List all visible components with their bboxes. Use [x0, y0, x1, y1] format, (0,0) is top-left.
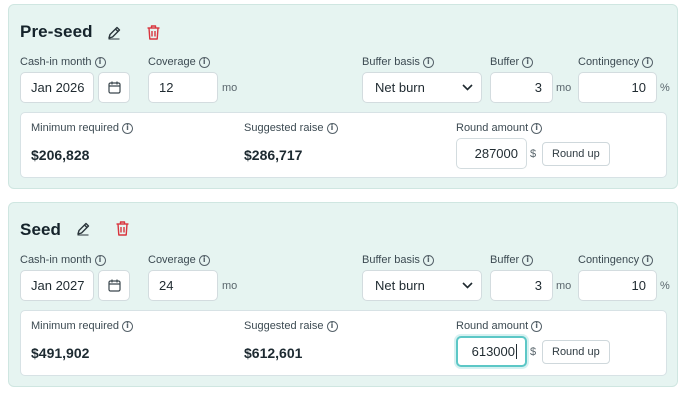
suggested-raise-label: Suggested raise i — [244, 122, 338, 134]
edit-icon[interactable] — [74, 220, 92, 238]
round-summary-panel: Minimum required i Suggested raise i Round… — [20, 112, 667, 178]
coverage-input[interactable]: 12 — [148, 72, 218, 103]
trash-icon[interactable] — [144, 23, 162, 41]
cash-in-month-label: Cash-in month i — [20, 254, 106, 266]
minimum-required-value: $206,828 — [31, 147, 90, 163]
cash-in-month-label: Cash-in month i — [20, 56, 106, 68]
calendar-button[interactable] — [98, 270, 130, 301]
round-amount-input[interactable]: 287000 — [456, 138, 527, 169]
coverage-label: Coverage i — [148, 56, 210, 68]
info-icon[interactable]: i — [326, 122, 338, 134]
info-icon[interactable]: i — [94, 56, 106, 68]
coverage-unit: mo — [222, 280, 238, 292]
buffer-label: Buffer i — [490, 254, 534, 266]
minimum-required-label: Minimum required i — [31, 122, 134, 134]
round-title: Pre-seed — [20, 22, 93, 41]
calendar-button[interactable] — [98, 72, 130, 103]
info-icon[interactable]: i — [642, 254, 654, 266]
buffer-basis-select[interactable]: Net burn — [362, 72, 482, 103]
minimum-required-label: Minimum required i — [31, 320, 134, 332]
info-icon[interactable]: i — [198, 254, 210, 266]
info-icon[interactable]: i — [642, 56, 654, 68]
buffer-label: Buffer i — [490, 56, 534, 68]
info-icon[interactable]: i — [522, 56, 534, 68]
info-icon[interactable]: i — [94, 254, 106, 266]
info-icon[interactable]: i — [422, 254, 434, 266]
buffer-unit: mo — [556, 82, 572, 94]
calendar-icon — [107, 81, 121, 94]
contingency-unit: % — [660, 82, 670, 94]
round-up-button[interactable]: Round up — [542, 142, 610, 166]
round-amount-value: 613000 — [471, 344, 515, 359]
round-up-button[interactable]: Round up — [542, 340, 610, 364]
round-summary-panel: Minimum required i Suggested raise i Round… — [20, 310, 667, 376]
info-icon[interactable]: i — [122, 122, 134, 134]
trash-icon[interactable] — [113, 219, 131, 237]
buffer-unit: mo — [556, 280, 572, 292]
info-icon[interactable]: i — [326, 320, 338, 332]
round-card-pre-seed: Pre-seed Cash-in month i Coverage i Buffer… — [8, 4, 678, 189]
minimum-required-value: $491,902 — [31, 345, 90, 361]
chevron-down-icon — [462, 282, 473, 289]
contingency-label: Contingency i — [578, 56, 654, 68]
edit-icon[interactable] — [105, 24, 123, 42]
info-icon[interactable]: i — [122, 320, 134, 332]
contingency-input[interactable]: 10 — [578, 270, 657, 301]
info-icon[interactable]: i — [531, 320, 543, 332]
round-card-seed: Seed Cash-in month i Coverage i Buffer bas… — [8, 202, 678, 387]
chevron-down-icon — [462, 84, 473, 91]
round-amount-unit: $ — [530, 148, 537, 160]
buffer-basis-value: Net burn — [375, 278, 425, 293]
coverage-label: Coverage i — [148, 254, 210, 266]
buffer-basis-label: Buffer basis i — [362, 56, 434, 68]
suggested-raise-value: $612,601 — [244, 345, 303, 361]
suggested-raise-label: Suggested raise i — [244, 320, 338, 332]
round-amount-label: Round amount i — [456, 122, 543, 134]
text-caret — [516, 344, 517, 359]
buffer-basis-select[interactable]: Net burn — [362, 270, 482, 301]
buffer-basis-label: Buffer basis i — [362, 254, 434, 266]
round-amount-unit: $ — [530, 346, 537, 358]
cash-in-month-input[interactable]: Jan 2027 — [20, 270, 94, 301]
buffer-input[interactable]: 3 — [490, 72, 553, 103]
suggested-raise-value: $286,717 — [244, 147, 303, 163]
info-icon[interactable]: i — [522, 254, 534, 266]
round-title: Seed — [20, 220, 62, 239]
buffer-input[interactable]: 3 — [490, 270, 553, 301]
buffer-basis-value: Net burn — [375, 80, 425, 95]
round-amount-input[interactable]: 613000 — [456, 336, 527, 367]
round-amount-label: Round amount i — [456, 320, 543, 332]
info-icon[interactable]: i — [422, 56, 434, 68]
contingency-input[interactable]: 10 — [578, 72, 657, 103]
coverage-unit: mo — [222, 82, 238, 94]
cash-in-month-input[interactable]: Jan 2026 — [20, 72, 94, 103]
coverage-input[interactable]: 24 — [148, 270, 218, 301]
calendar-icon — [107, 279, 121, 292]
info-icon[interactable]: i — [531, 122, 543, 134]
contingency-label: Contingency i — [578, 254, 654, 266]
info-icon[interactable]: i — [198, 56, 210, 68]
contingency-unit: % — [660, 280, 670, 292]
